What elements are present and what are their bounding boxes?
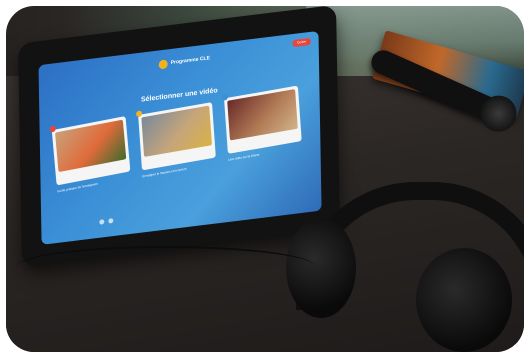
video-card[interactable]: Enseigner le français et la lecture <box>135 102 216 178</box>
video-thumbnail <box>55 119 127 173</box>
video-dot <box>49 125 56 133</box>
video-card[interactable]: Guide pratique de l'enseignant <box>49 116 131 193</box>
video-dot <box>221 93 229 101</box>
video-card[interactable]: Une vidéo sur la classe <box>221 85 302 162</box>
logo-icon <box>158 59 168 70</box>
pager-dot[interactable] <box>99 219 105 225</box>
pager-dot[interactable] <box>108 218 114 224</box>
quit-button[interactable]: Quitter <box>292 37 311 48</box>
video-caption: Une vidéo sur la classe <box>228 152 260 162</box>
headphones-ear-cup <box>416 248 512 352</box>
photo: Programme CLE Quitter Sélectionner une v… <box>6 6 524 352</box>
logo-text: Programme CLE <box>170 55 210 66</box>
app-logo: Programme CLE <box>158 54 210 70</box>
video-dot <box>135 110 143 118</box>
video-caption: Enseigner le français et la lecture <box>142 166 187 179</box>
pagination[interactable] <box>99 218 114 225</box>
cable <box>16 246 316 288</box>
video-caption: Guide pratique de l'enseignant <box>57 181 98 194</box>
video-thumbnail <box>141 105 212 158</box>
video-thumbnail <box>227 89 298 141</box>
